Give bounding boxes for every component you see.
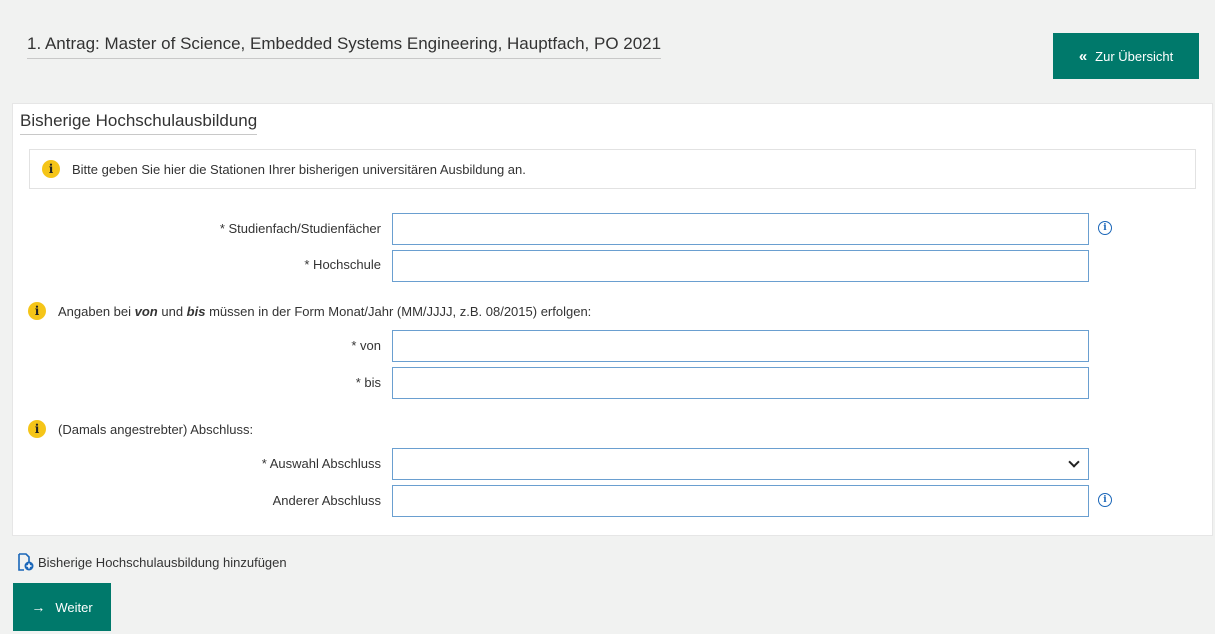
chevron-down-icon: [1068, 456, 1080, 468]
overview-button-label: Zur Übersicht: [1095, 48, 1174, 64]
anderer-abschluss-label: Anderer Abschluss: [272, 493, 381, 508]
studienfach-help-icon[interactable]: i: [1098, 221, 1112, 235]
anderer-abschluss-input[interactable]: [392, 485, 1089, 517]
auswahl-abschluss-select[interactable]: [392, 448, 1089, 480]
von-emphasis: von: [134, 303, 158, 319]
arrow-right-icon: →: [31, 599, 46, 615]
studienfach-label: * Studienfach/Studienfächer: [219, 221, 381, 236]
add-education-link[interactable]: Bisherige Hochschulausbildung hinzufügen: [16, 553, 287, 571]
date-format-note: i Angaben bei von und bis müssen in der …: [28, 302, 591, 320]
hochschule-input[interactable]: [392, 250, 1089, 282]
info-icon: i: [28, 302, 46, 320]
info-box: i Bitte geben Sie hier die Stationen Ihr…: [29, 149, 1196, 189]
degree-note: i (Damals angestrebter) Abschluss:: [28, 420, 253, 438]
bis-input[interactable]: [392, 367, 1089, 399]
info-icon: i: [42, 160, 60, 178]
next-button[interactable]: → Weiter: [13, 583, 111, 631]
bis-label: * bis: [355, 375, 381, 390]
von-label: * von: [351, 338, 381, 353]
overview-button[interactable]: « Zur Übersicht: [1053, 33, 1199, 79]
page-title: 1. Antrag: Master of Science, Embedded S…: [27, 34, 662, 59]
studienfach-input[interactable]: [392, 213, 1089, 245]
add-document-icon: [18, 553, 34, 571]
section-title: Bisherige Hochschulausbildung: [20, 111, 258, 135]
von-input[interactable]: [392, 330, 1089, 362]
hochschule-label: * Hochschule: [304, 257, 381, 272]
education-panel: Bisherige Hochschulausbildung i Bitte ge…: [12, 103, 1213, 536]
add-education-label: Bisherige Hochschulausbildung hinzufügen: [38, 554, 287, 570]
info-text: Bitte geben Sie hier die Stationen Ihrer…: [72, 161, 526, 177]
double-chevron-left-icon: «: [1078, 47, 1088, 65]
next-button-label: Weiter: [55, 599, 93, 615]
anderer-abschluss-help-icon[interactable]: i: [1098, 493, 1112, 507]
auswahl-abschluss-label: * Auswahl Abschluss: [261, 456, 381, 471]
info-icon: i: [28, 420, 46, 438]
bis-emphasis: bis: [186, 303, 206, 319]
